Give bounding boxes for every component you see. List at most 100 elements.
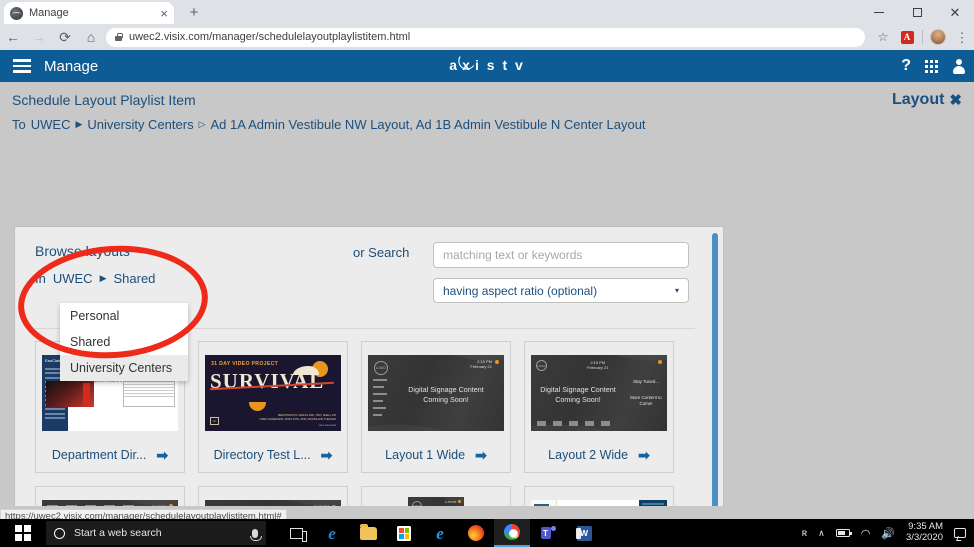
- minimize-button[interactable]: [860, 0, 898, 24]
- battery-icon[interactable]: [835, 529, 852, 537]
- survival-details: REGISTRATION: MARCH 2ND, 7PM | SHELL 130…: [259, 414, 336, 422]
- breadcrumb-root[interactable]: UWEC: [31, 117, 71, 132]
- layout-card-footer: Layout 2 Wide ➡: [531, 448, 667, 464]
- signage-top-bar-thumbnail: 2:15 PM February 21 Digital Signage Cont…: [42, 500, 178, 506]
- window-controls: ✕: [860, 0, 974, 24]
- taskbar-search[interactable]: Start a web search: [46, 521, 266, 545]
- tab-title: Manage: [29, 7, 69, 19]
- breadcrumb-target: Ad 1A Admin Vestibule NW Layout, Ad 1B A…: [210, 117, 646, 132]
- page-title: Schedule Layout Playlist Item: [12, 92, 196, 108]
- menu-item-shared[interactable]: Shared: [60, 329, 188, 355]
- screen: Manage × + ✕ ← → ⟳ ⌂ uwec2.visix.com/man…: [0, 0, 974, 547]
- bottom-ticker: [537, 421, 610, 426]
- people-icon[interactable]: ʀ: [802, 528, 807, 539]
- arrow-right-icon[interactable]: ➡: [475, 448, 487, 462]
- acrobat-glyph: A: [900, 30, 914, 44]
- accent-dot: [495, 360, 499, 364]
- task-view-icon[interactable]: [278, 519, 314, 547]
- survival-poster-thumbnail: 31 DAY VIDEO PROJECT SURVIVAL UC REGISTR…: [205, 355, 341, 431]
- layout-card[interactable]: LOGO 2:15 PM February 21 Digital Signage…: [524, 341, 674, 473]
- file-explorer-icon[interactable]: [350, 519, 386, 547]
- clock-time: 2:15 PM: [307, 504, 329, 506]
- breadcrumb-level2[interactable]: University Centers: [87, 117, 193, 132]
- thumbnail-wrap: LOGO 2:15 PM February 21 Digital Signage…: [368, 352, 504, 434]
- menu-item-university-centers[interactable]: University Centers: [60, 355, 188, 381]
- layout-card-footer: Layout 1 Wide ➡: [368, 448, 504, 464]
- profile-avatar[interactable]: [926, 24, 950, 50]
- browser-tab[interactable]: Manage ×: [4, 2, 174, 24]
- layout-card[interactable]: Campus Closet Gently used business wear …: [524, 486, 674, 506]
- adobe-acrobat-extension-icon[interactable]: A: [895, 24, 919, 50]
- brand-pre: a: [449, 57, 459, 73]
- brand-x-mark: x: [458, 56, 475, 73]
- windows-logo-icon: [15, 525, 31, 541]
- chevron-right-icon: ▶: [75, 119, 83, 129]
- clock-widget: 2:15 PM February 21: [307, 504, 329, 506]
- wifi-icon[interactable]: ◠: [861, 527, 871, 540]
- taskbar-search-placeholder: Start a web search: [74, 527, 162, 539]
- reload-icon[interactable]: ⟳: [52, 24, 78, 50]
- or-search-label: or Search: [353, 245, 410, 260]
- arrow-right-icon[interactable]: ➡: [321, 448, 333, 462]
- maximize-button[interactable]: [898, 0, 936, 24]
- bookmark-star-icon[interactable]: ☆: [871, 24, 895, 50]
- new-tab-button[interactable]: +: [184, 4, 204, 22]
- more-content-text: More Content to Come!: [630, 395, 662, 406]
- microsoft-store-icon[interactable]: [386, 519, 422, 547]
- taskbar-clock[interactable]: 9:35 AM 3/3/2020: [906, 521, 943, 544]
- bowl-shape: [249, 402, 266, 411]
- apps-grid-icon[interactable]: [925, 59, 938, 73]
- menu-item-personal[interactable]: Personal: [60, 303, 188, 329]
- chevron-down-icon: ▾: [674, 286, 679, 295]
- home-icon[interactable]: ⌂: [78, 24, 104, 50]
- search-input[interactable]: [433, 242, 689, 268]
- start-button[interactable]: [0, 519, 46, 547]
- accent-dot: [332, 505, 336, 506]
- system-tray: ʀ ∧ ◠ 🔊 9:35 AM 3/3/2020: [802, 521, 974, 544]
- signage-right-sidebar-thumbnail: LOGO 2:15 PM February 21 Digital Signage…: [531, 355, 667, 431]
- clock-time: 2:15 PM: [444, 500, 456, 504]
- arrow-right-icon[interactable]: ➡: [156, 448, 168, 462]
- close-icon[interactable]: ×: [160, 7, 168, 20]
- aspect-ratio-select[interactable]: having aspect ratio (optional) ▾: [433, 278, 689, 303]
- microphone-icon[interactable]: [250, 528, 262, 541]
- clock-date: February 21: [470, 363, 492, 369]
- window-close-button[interactable]: ✕: [936, 0, 974, 24]
- forward-icon[interactable]: →: [26, 24, 52, 50]
- globe-icon: [10, 6, 23, 20]
- volume-icon[interactable]: 🔊: [881, 527, 895, 540]
- layout-name: Layout 2 Wide: [548, 448, 629, 462]
- edge-icon[interactable]: e: [314, 519, 350, 547]
- scope-current-link[interactable]: Shared: [113, 271, 155, 286]
- logo-badge: LOGO: [536, 360, 547, 371]
- back-icon[interactable]: ←: [0, 24, 26, 50]
- scope-dropdown-menu[interactable]: Personal Shared University Centers: [60, 303, 188, 381]
- chevron-up-icon[interactable]: ∧: [818, 528, 825, 539]
- microsoft-teams-icon[interactable]: T: [530, 519, 566, 547]
- layout-card[interactable]: LOGO 2:15 PM Stay Tuned... More Content …: [361, 486, 511, 506]
- layout-close-button[interactable]: Layout ✖: [892, 91, 962, 109]
- thumbnail-wrap: LOGO 2:15 PM February 21 Digital Signage…: [205, 497, 341, 506]
- action-center-icon[interactable]: [954, 528, 966, 538]
- hamburger-icon[interactable]: [0, 59, 44, 73]
- chrome-icon[interactable]: [494, 519, 530, 547]
- microsoft-word-icon[interactable]: [566, 519, 602, 547]
- layout-card[interactable]: LOGO 2:15 PM February 21 Digital Signage…: [198, 486, 348, 506]
- layout-card[interactable]: LOGO 2:15 PM February 21 Digital Signage…: [361, 341, 511, 473]
- layout-card-footer: Directory Test L... ➡: [205, 448, 341, 464]
- firefox-icon[interactable]: [458, 519, 494, 547]
- help-icon[interactable]: ?: [901, 57, 911, 75]
- clock-widget: 2:15 PM: [444, 500, 456, 505]
- layout-card[interactable]: 2:15 PM February 21 Digital Signage Cont…: [35, 486, 185, 506]
- address-bar[interactable]: uwec2.visix.com/manager/schedulelayoutpl…: [106, 27, 865, 47]
- browser-menu-icon[interactable]: ⋮: [950, 24, 974, 50]
- arrow-right-icon[interactable]: ➡: [638, 448, 650, 462]
- internet-explorer-icon[interactable]: e: [422, 519, 458, 547]
- layout-card[interactable]: 31 DAY VIDEO PROJECT SURVIVAL UC REGISTR…: [198, 341, 348, 473]
- clock-date: 3/3/2020: [906, 532, 943, 543]
- signage-line-1: Digital Signage Content: [540, 385, 616, 394]
- scope-root-link[interactable]: UWEC: [53, 271, 93, 286]
- toolbar-divider: [922, 30, 923, 44]
- stay-tuned-text: Stay Tuned...: [633, 379, 659, 384]
- user-icon[interactable]: [952, 58, 966, 74]
